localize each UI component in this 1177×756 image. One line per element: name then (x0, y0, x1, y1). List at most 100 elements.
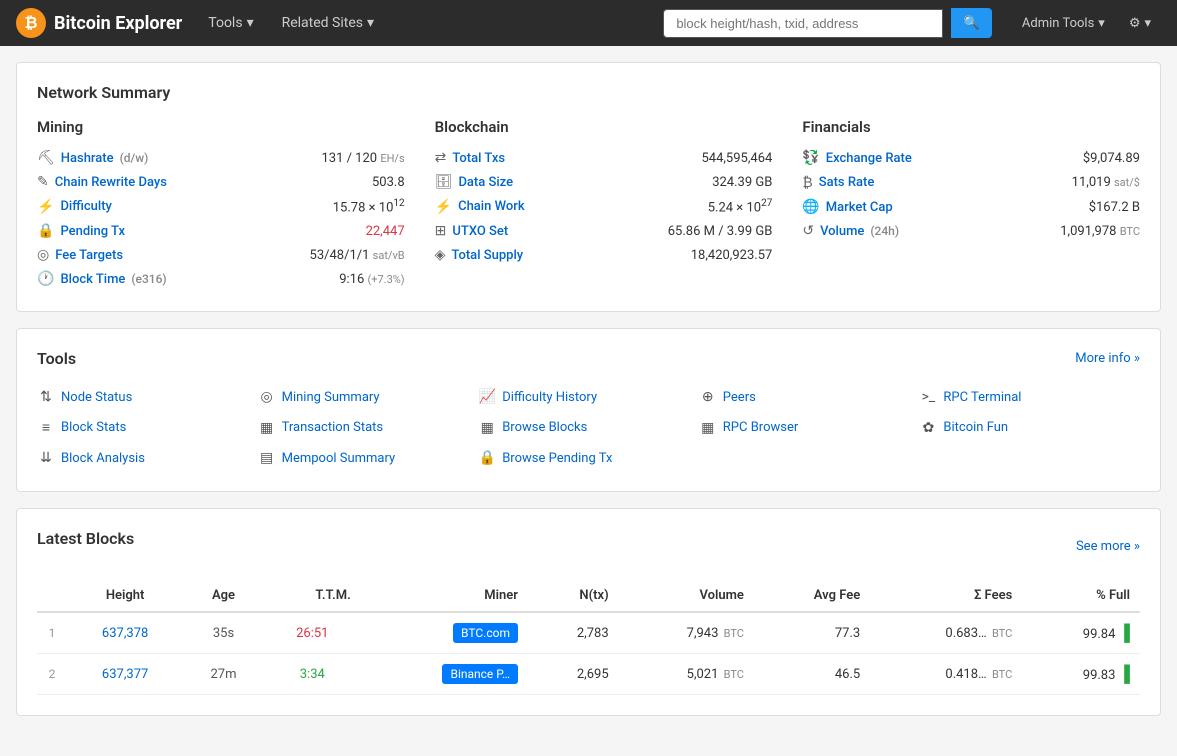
pending-tx-row: 🔒 Pending Tx 22,447 (37, 219, 405, 243)
difficulty-history-tool[interactable]: 📈 Difficulty History (478, 384, 699, 410)
rpc-browser-tool[interactable]: ▦ RPC Browser (699, 414, 920, 441)
block-time-label[interactable]: 🕐 Block Time (e316) (37, 271, 167, 287)
block-analysis-icon: ⇊ (37, 450, 55, 466)
row-miner: Binance P… (361, 654, 528, 695)
search-form: 🔍 (663, 8, 992, 38)
main-content: Network Summary Mining ⛏ Hashrate (d/w) … (0, 46, 1177, 748)
node-status-icon: ⇅ (37, 389, 55, 405)
peers-tool[interactable]: ⊕ Peers (699, 384, 920, 410)
chevron-down-icon: ▾ (1098, 16, 1105, 31)
table-row: 2 637,377 27m 3:34 Binance P… 2,695 5,02… (37, 654, 1140, 695)
related-sites-menu[interactable]: Related Sites ▾ (272, 0, 384, 46)
total-txs-row: ⇄ Total Txs 544,595,464 (435, 146, 773, 170)
tools-title: Tools (37, 349, 76, 368)
total-supply-value: 18,420,923.57 (691, 248, 773, 263)
block-stats-icon: ≡ (37, 419, 55, 436)
globe-icon: 🌐 (802, 199, 819, 215)
col-height: Height (67, 580, 183, 612)
difficulty-label[interactable]: ⚡ Difficulty (37, 199, 112, 215)
more-info-link[interactable]: More info » (1075, 351, 1140, 366)
rpc-terminal-icon: >_ (919, 389, 937, 405)
data-size-label[interactable]: 🗄 Data Size (435, 174, 513, 190)
total-supply-row: ◈ Total Supply 18,420,923.57 (435, 243, 773, 267)
tools-grid: ⇅ Node Status ◎ Mining Summary 📈 Difficu… (37, 384, 1140, 471)
tools-menu[interactable]: Tools ▾ (198, 0, 263, 46)
col-ntx: N(tx) (528, 580, 619, 612)
volume-label[interactable]: ↺ Volume (24h) (802, 223, 899, 239)
volume-icon: ↺ (802, 223, 814, 239)
see-more-link[interactable]: See more » (1076, 539, 1140, 554)
browse-pending-tool[interactable]: 🔒 Browse Pending Tx (478, 445, 699, 471)
row-height[interactable]: 637,378 (67, 612, 183, 654)
fee-icon: ◎ (37, 247, 49, 263)
row-avg-fee: 46.5 (754, 654, 870, 695)
mining-summary-icon: ◎ (258, 389, 276, 405)
search-icon: 🔍 (963, 15, 980, 30)
chain-rewrite-row: ✎ Chain Rewrite Days 503.8 (37, 170, 405, 194)
volume-value: 1,091,978 BTC (1060, 224, 1140, 239)
node-status-tool[interactable]: ⇅ Node Status (37, 384, 258, 410)
financials-title: Financials (802, 118, 1140, 136)
row-avg-fee: 77.3 (754, 612, 870, 654)
row-pct-full: 99.84 ▐ (1022, 612, 1140, 654)
market-cap-label[interactable]: 🌐 Market Cap (802, 199, 892, 215)
admin-tools-menu[interactable]: Admin Tools ▾ (1012, 0, 1115, 46)
pending-tx-label[interactable]: 🔒 Pending Tx (37, 223, 125, 239)
chevron-down-icon: ▾ (367, 15, 374, 31)
mining-summary-tool[interactable]: ◎ Mining Summary (258, 384, 479, 410)
lock-icon: 🔒 (37, 223, 54, 239)
market-cap-row: 🌐 Market Cap $167.2 B (802, 195, 1140, 219)
summary-grid: Mining ⛏ Hashrate (d/w) 131 / 120 EH/s ✎… (37, 118, 1140, 291)
browse-pending-icon: 🔒 (478, 450, 496, 466)
chain-work-row: ⚡ Chain Work 5.24 × 1027 (435, 194, 773, 219)
sats-rate-row: ₿ Sats Rate 11,019 sat/$ (802, 170, 1140, 195)
chevron-down-icon: ▾ (1144, 16, 1151, 31)
tools-header: Tools More info » (37, 349, 1140, 368)
row-miner: BTC.com (361, 612, 528, 654)
hashrate-label[interactable]: ⛏ Hashrate (d/w) (37, 150, 148, 166)
sats-rate-label[interactable]: ₿ Sats Rate (802, 174, 874, 191)
data-size-value: 324.39 GB (712, 175, 772, 190)
row-num: 2 (37, 654, 67, 695)
exchange-rate-label[interactable]: 💱 Exchange Rate (802, 150, 912, 166)
table-header-row: Height Age T.T.M. Miner N(tx) Volume Avg… (37, 580, 1140, 612)
clock-icon: 🕐 (37, 271, 54, 287)
col-miner: Miner (361, 580, 528, 612)
rewrite-icon: ✎ (37, 174, 49, 190)
block-analysis-tool[interactable]: ⇊ Block Analysis (37, 445, 258, 471)
rpc-browser-icon: ▦ (699, 420, 717, 436)
fee-targets-row: ◎ Fee Targets 53/48/1/1 sat/vB (37, 243, 405, 267)
chevron-down-icon: ▾ (247, 15, 254, 31)
block-stats-tool[interactable]: ≡ Block Stats (37, 414, 258, 441)
financials-section: Financials 💱 Exchange Rate $9,074.89 ₿ S… (772, 118, 1140, 291)
navbar: ₿ Bitcoin Explorer Tools ▾ Related Sites… (0, 0, 1177, 46)
total-supply-label[interactable]: ◈ Total Supply (435, 247, 523, 263)
mempool-summary-tool[interactable]: ▤ Mempool Summary (258, 445, 479, 471)
db-icon: 🗄 (435, 174, 453, 190)
total-txs-value: 544,595,464 (701, 151, 772, 166)
bitcoin-fun-tool[interactable]: ✿ Bitcoin Fun (919, 414, 1140, 441)
settings-menu[interactable]: ⚙ ▾ (1119, 0, 1161, 46)
total-txs-label[interactable]: ⇄ Total Txs (435, 150, 505, 166)
fee-targets-label[interactable]: ◎ Fee Targets (37, 247, 123, 263)
col-ttm: T.T.M. (264, 580, 361, 612)
rpc-terminal-tool[interactable]: >_ RPC Terminal (919, 384, 1140, 410)
browse-blocks-tool[interactable]: ▦ Browse Blocks (478, 414, 699, 441)
chain-work-label[interactable]: ⚡ Chain Work (435, 199, 525, 215)
sats-rate-value: 11,019 sat/$ (1072, 175, 1140, 190)
network-summary-title: Network Summary (37, 83, 1140, 102)
row-fees: 0.418… BTC (870, 654, 1022, 695)
data-size-row: 🗄 Data Size 324.39 GB (435, 170, 773, 194)
block-time-value: 9:16 (+7.3%) (339, 272, 404, 287)
row-fees: 0.683… BTC (870, 612, 1022, 654)
latest-blocks-header: Latest Blocks See more » (37, 529, 1140, 564)
row-pct-full: 99.83 ▐ (1022, 654, 1140, 695)
row-height[interactable]: 637,377 (67, 654, 183, 695)
search-button[interactable]: 🔍 (951, 8, 992, 38)
utxo-label[interactable]: ⊞ UTXO Set (435, 223, 509, 239)
chain-rewrite-label[interactable]: ✎ Chain Rewrite Days (37, 174, 167, 190)
search-input[interactable] (663, 9, 943, 38)
row-num: 1 (37, 612, 67, 654)
transaction-stats-tool[interactable]: ▦ Transaction Stats (258, 414, 479, 441)
col-pct-full: % Full (1022, 580, 1140, 612)
